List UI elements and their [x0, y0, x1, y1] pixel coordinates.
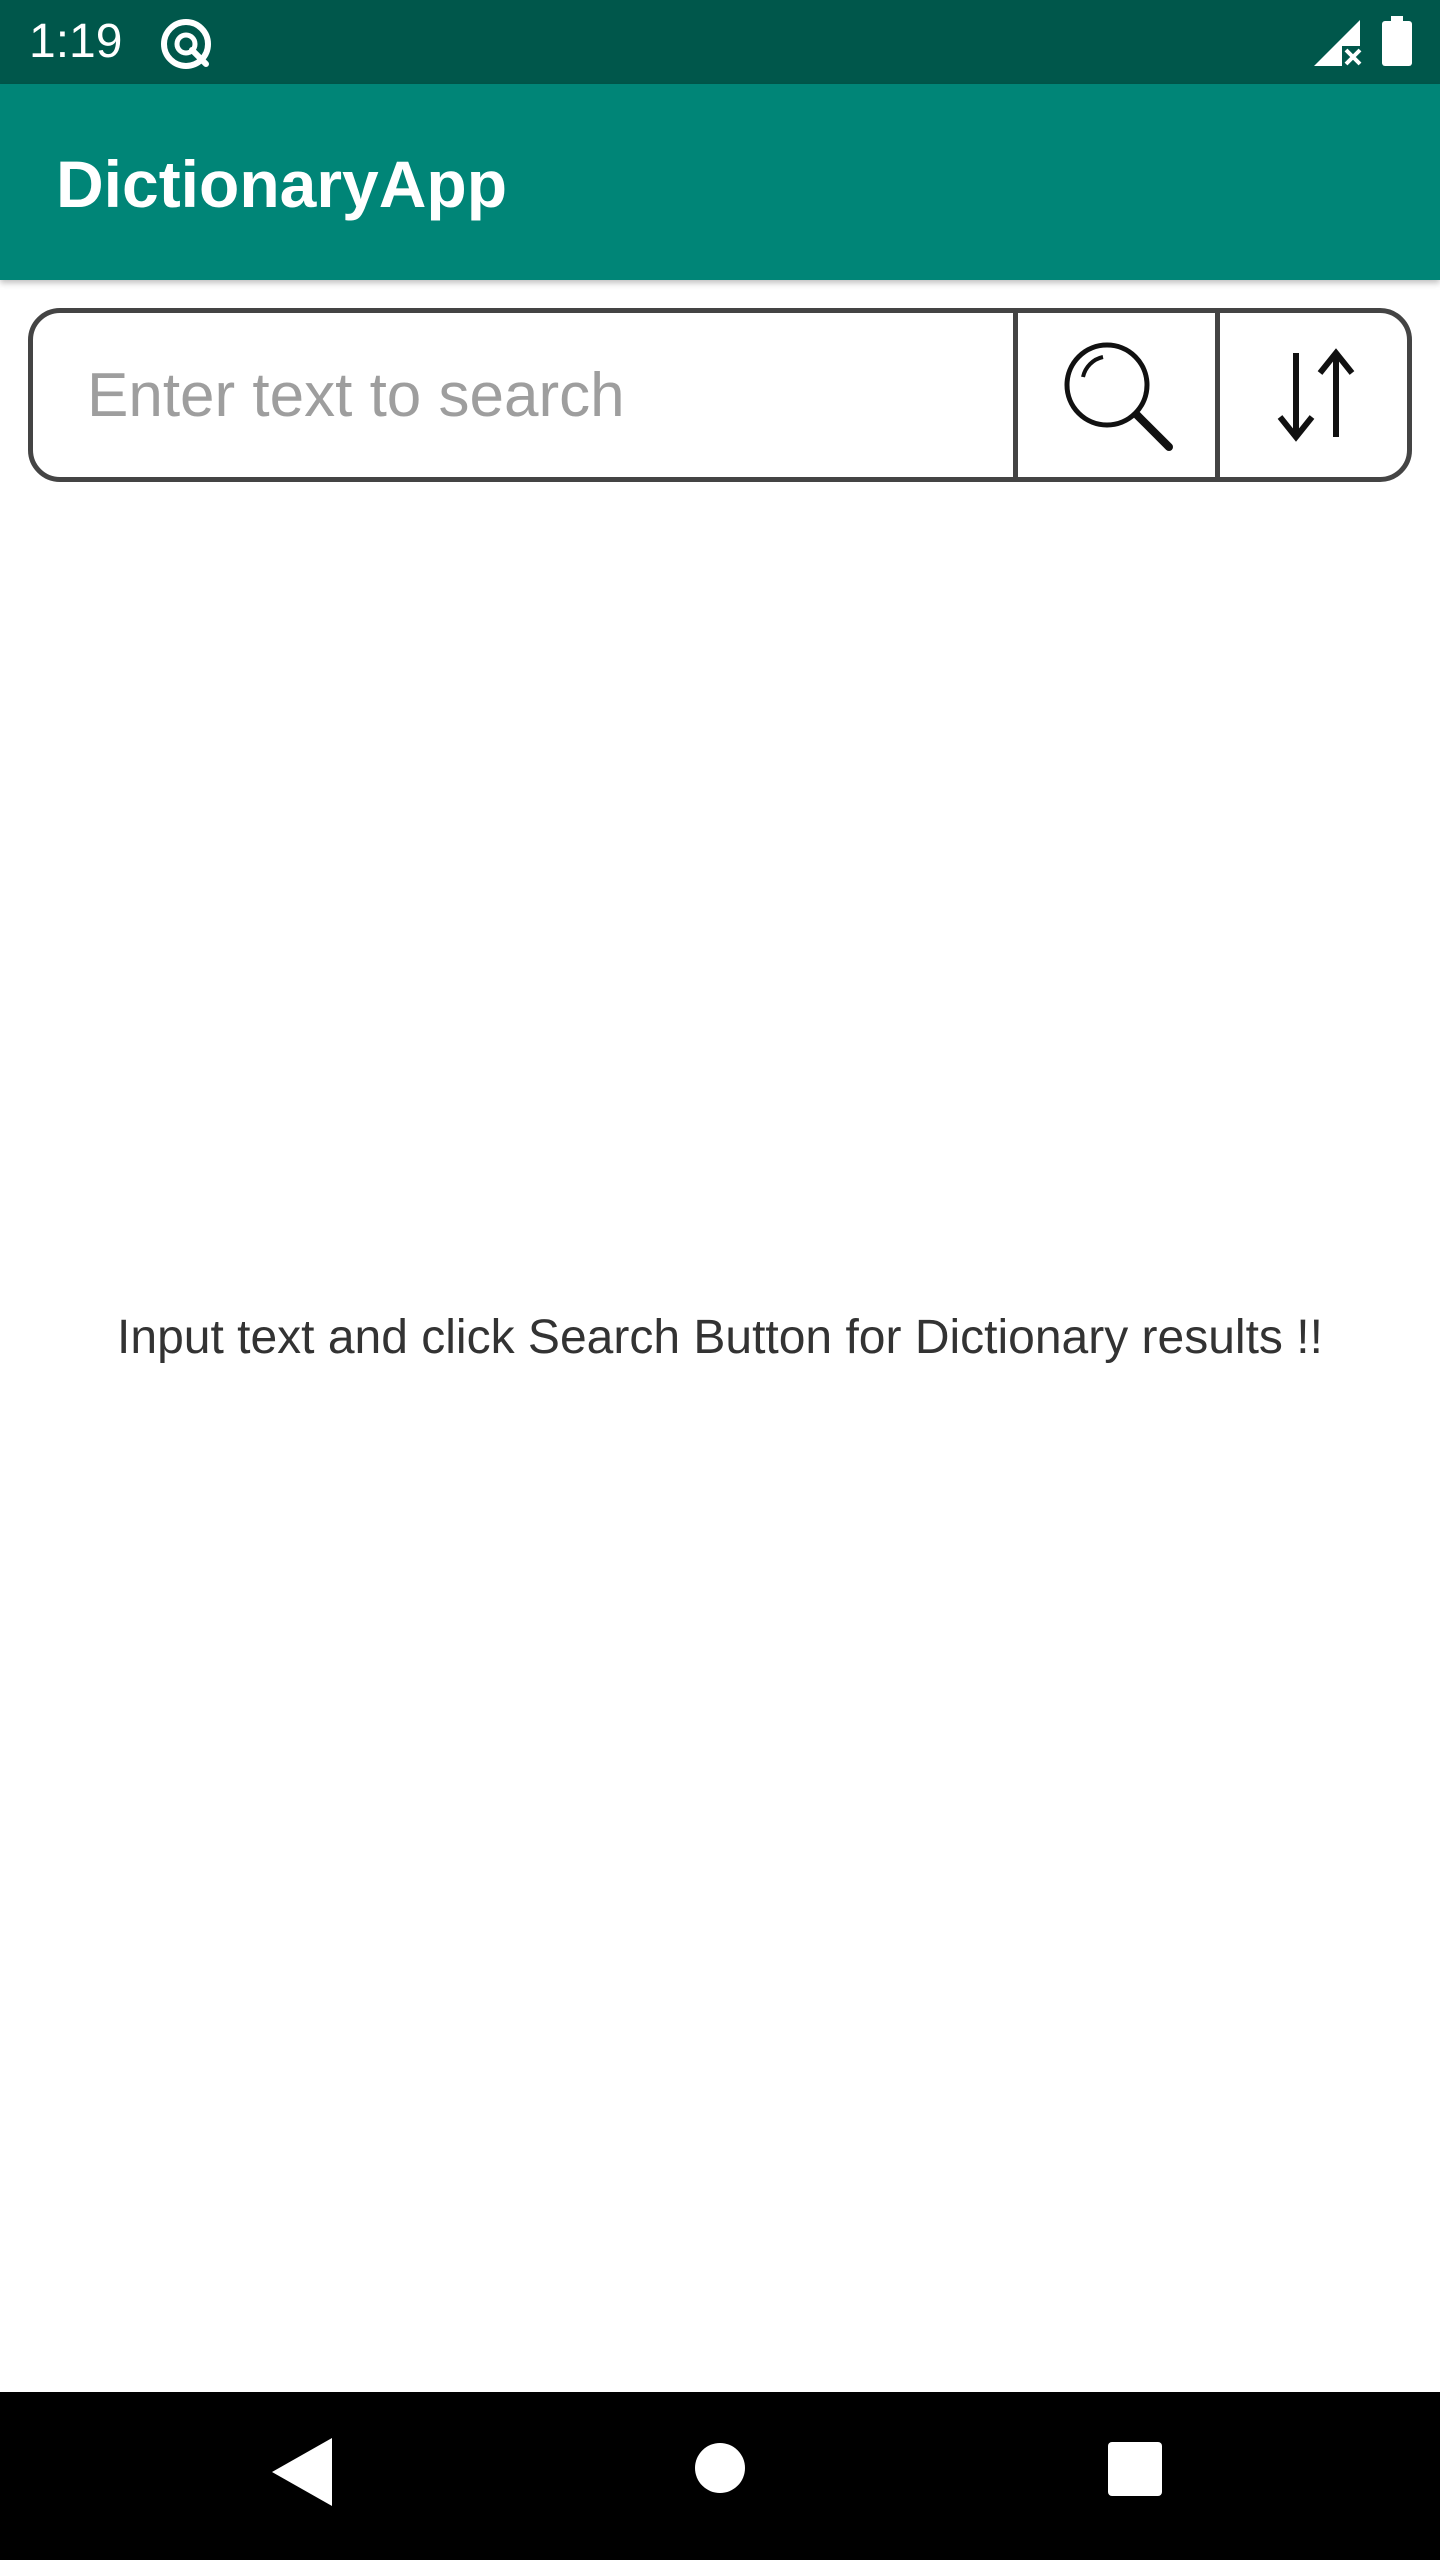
status-bar: 1:19 — [0, 0, 1440, 84]
recents-icon[interactable] — [1108, 2442, 1162, 2496]
search-button[interactable] — [1013, 313, 1215, 477]
empty-state-message: Input text and click Search Button for D… — [117, 1311, 1323, 1364]
navigation-bar — [0, 2392, 1440, 2560]
app-notification-icon — [161, 19, 211, 69]
back-icon[interactable] — [270, 2436, 334, 2508]
app-title: DictionaryApp — [56, 147, 508, 221]
app-bar: DictionaryApp — [0, 84, 1440, 280]
battery-full-icon — [1382, 16, 1412, 66]
search-input[interactable] — [33, 313, 1013, 477]
search-icon — [1064, 342, 1173, 451]
app-screen: 1:19 DictionaryApp Enter text to search … — [0, 0, 1440, 2560]
sort-arrows-icon — [1277, 348, 1355, 442]
status-time: 1:19 — [29, 15, 123, 68]
home-icon[interactable] — [694, 2442, 746, 2494]
signal-no-data-icon — [1314, 20, 1362, 66]
search-bar — [28, 308, 1412, 482]
sort-button[interactable] — [1215, 313, 1407, 477]
